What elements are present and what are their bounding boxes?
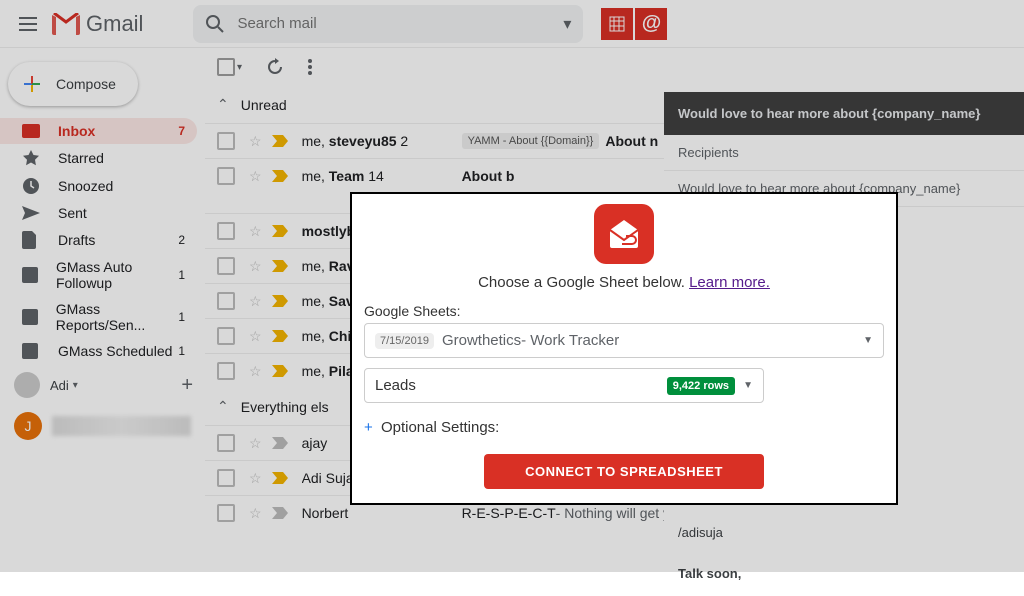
worksheet-select[interactable]: Leads 9,422 rows ▼	[364, 368, 764, 403]
sheets-label: Google Sheets:	[364, 303, 884, 319]
rows-badge: 9,422 rows	[667, 377, 735, 395]
learn-more-link[interactable]: Learn more.	[689, 274, 770, 291]
optional-settings-toggle[interactable]: + Optional Settings:	[364, 419, 884, 436]
sheet-name: Growthetics- Work Tracker	[442, 332, 619, 349]
connect-button[interactable]: CONNECT TO SPREADSHEET	[484, 454, 764, 489]
chevron-down-icon: ▼	[743, 380, 753, 391]
worksheet-name: Leads	[375, 377, 416, 394]
modal-prompt: Choose a Google Sheet below.	[478, 274, 685, 291]
chevron-down-icon: ▼	[863, 335, 873, 346]
sheet-select[interactable]: 7/15/2019 Growthetics- Work Tracker ▼	[364, 323, 884, 358]
plus-icon: +	[364, 419, 373, 436]
sheet-date: 7/15/2019	[375, 333, 434, 349]
gmass-logo	[364, 204, 884, 264]
sheet-picker-modal: Choose a Google Sheet below. Learn more.…	[350, 192, 898, 505]
